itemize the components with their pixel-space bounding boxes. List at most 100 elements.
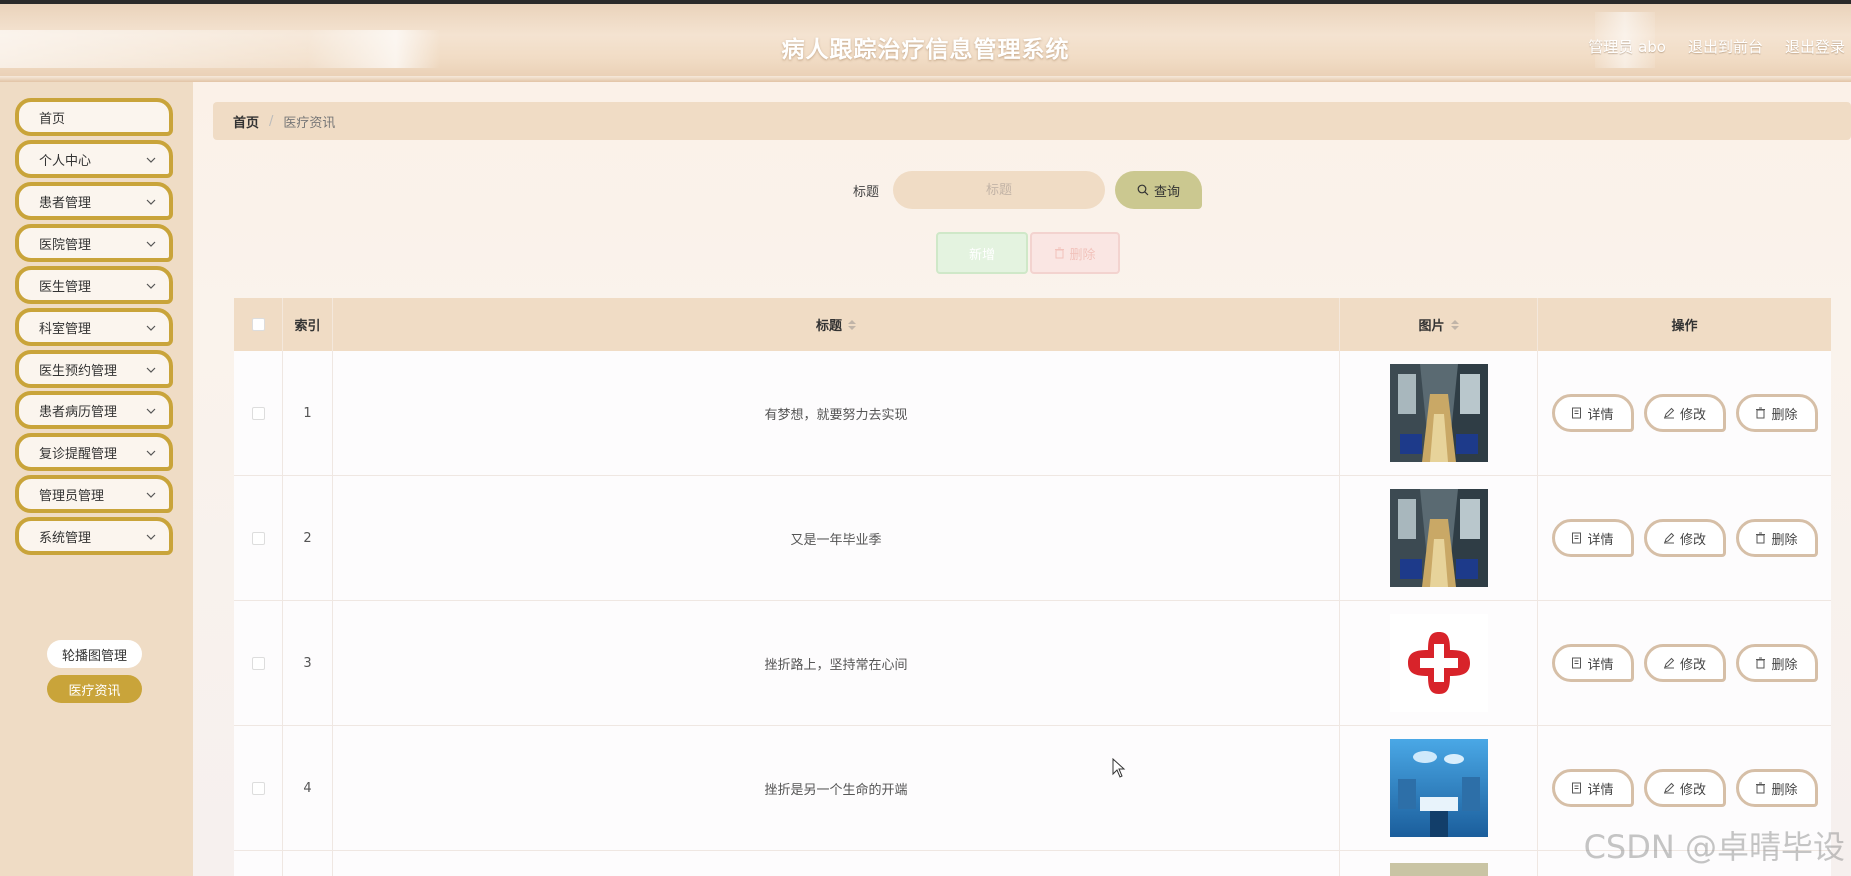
search-label: 标题 bbox=[853, 185, 880, 200]
chevron-down-icon bbox=[146, 157, 156, 163]
trash-icon bbox=[1756, 657, 1766, 669]
chevron-down-icon bbox=[146, 534, 156, 540]
edit-button[interactable]: 修改 bbox=[1643, 769, 1726, 807]
batch-delete-label: 删除 bbox=[1069, 247, 1096, 263]
sidebar-item-label: 首页 bbox=[39, 111, 66, 127]
header-checkbox-cell bbox=[234, 298, 283, 351]
select-all-checkbox[interactable] bbox=[251, 318, 265, 331]
delete-button[interactable]: 删除 bbox=[1735, 394, 1818, 432]
hospital-ward-photo[interactable] bbox=[1389, 364, 1488, 462]
sidebar-item-3[interactable]: 医院管理 bbox=[15, 224, 173, 262]
detail-label: 详情 bbox=[1587, 407, 1614, 423]
edit-button[interactable]: 修改 bbox=[1643, 519, 1726, 557]
trash-icon bbox=[1055, 247, 1065, 259]
detail-button[interactable]: 详情 bbox=[1551, 394, 1634, 432]
edit-label: 修改 bbox=[1679, 657, 1706, 673]
chevron-down-icon bbox=[146, 241, 156, 247]
breadcrumb-home[interactable]: 首页 bbox=[233, 112, 259, 131]
detail-button[interactable]: 详情 bbox=[1551, 644, 1634, 682]
table-row: 1 有梦想，就要努力去实现 详情 修改 删除 bbox=[234, 351, 1831, 476]
app-title: 病人跟踪治疗信息管理系统 bbox=[781, 37, 1070, 63]
red-cross-logo[interactable] bbox=[1389, 614, 1488, 712]
row-title: 又是一年毕业季 bbox=[333, 476, 1340, 600]
sidebar-item-9[interactable]: 管理员管理 bbox=[15, 475, 173, 513]
sidebar-item-2[interactable]: 患者管理 bbox=[15, 182, 173, 220]
chevron-down-icon bbox=[146, 408, 156, 414]
search-button-label: 查询 bbox=[1153, 184, 1180, 200]
detail-button[interactable]: 详情 bbox=[1551, 769, 1634, 807]
edit-button[interactable]: 修改 bbox=[1643, 644, 1726, 682]
row-image-thumbnail bbox=[1389, 862, 1488, 876]
sort-icon[interactable] bbox=[1450, 319, 1459, 330]
delete-label: 删除 bbox=[1771, 407, 1798, 423]
operating-room-photo[interactable] bbox=[1389, 739, 1488, 837]
search-icon bbox=[1137, 184, 1149, 196]
hospital-ward-photo[interactable] bbox=[1389, 489, 1488, 587]
breadcrumb-current: 医疗资讯 bbox=[283, 115, 336, 131]
row-title: 有梦想，就要努力去实现 bbox=[333, 351, 1340, 475]
delete-button[interactable]: 删除 bbox=[1735, 644, 1818, 682]
sidebar-item-5[interactable]: 科室管理 bbox=[15, 308, 173, 346]
chevron-down-icon bbox=[146, 367, 156, 373]
document-icon bbox=[1572, 782, 1582, 794]
submenu-item-1[interactable]: 医疗资讯 bbox=[47, 675, 142, 703]
watermark: CSDN @卓晴毕设 bbox=[1583, 828, 1845, 866]
delete-label: 删除 bbox=[1771, 532, 1798, 548]
header-title-label: 标题 bbox=[815, 319, 842, 334]
search-input[interactable] bbox=[893, 171, 1105, 209]
logout-link[interactable]: 退出登录 bbox=[1785, 36, 1845, 57]
sidebar-item-label: 医生管理 bbox=[39, 279, 92, 295]
row-image-cell bbox=[1340, 351, 1538, 475]
sidebar-item-0[interactable]: 首页 bbox=[15, 98, 173, 136]
sort-icon[interactable] bbox=[848, 319, 856, 330]
document-icon bbox=[1572, 657, 1582, 669]
row-checkbox[interactable] bbox=[251, 531, 265, 545]
header-image-label: 图片 bbox=[1418, 319, 1445, 334]
row-checkbox[interactable] bbox=[251, 781, 265, 795]
sidebar-item-4[interactable]: 医生管理 bbox=[15, 266, 173, 304]
row-checkbox[interactable] bbox=[251, 406, 265, 420]
header-ops: 操作 bbox=[1671, 319, 1698, 334]
detail-label: 详情 bbox=[1587, 782, 1614, 798]
search-button[interactable]: 查询 bbox=[1115, 171, 1202, 209]
edit-label: 修改 bbox=[1679, 407, 1706, 423]
row-image-cell bbox=[1340, 601, 1538, 725]
submenu-item-0[interactable]: 轮播图管理 bbox=[47, 640, 142, 668]
delete-label: 删除 bbox=[1771, 657, 1798, 673]
sidebar-item-7[interactable]: 患者病历管理 bbox=[15, 391, 173, 429]
sidebar-item-8[interactable]: 复诊提醒管理 bbox=[15, 433, 173, 471]
detail-button[interactable]: 详情 bbox=[1551, 519, 1634, 557]
breadcrumb: 首页 / 医疗资讯 bbox=[213, 102, 1851, 140]
header-image[interactable]: 图片 bbox=[1340, 298, 1538, 351]
row-index: 1 bbox=[283, 351, 333, 475]
sidebar-item-label: 患者病历管理 bbox=[39, 404, 118, 420]
mouse-cursor-icon bbox=[1112, 758, 1126, 778]
delete-button[interactable]: 删除 bbox=[1735, 519, 1818, 557]
header-index: 索引 bbox=[283, 298, 333, 351]
row-checkbox[interactable] bbox=[251, 656, 265, 670]
batch-delete-button[interactable]: 删除 bbox=[1030, 232, 1120, 274]
sidebar-item-1[interactable]: 个人中心 bbox=[15, 140, 173, 178]
top-header: 病人跟踪治疗信息管理系统 管理员 abo 退出到前台 退出登录 bbox=[0, 0, 1851, 82]
row-ops: 详情 修改 删除 bbox=[1538, 476, 1831, 600]
back-to-front-link[interactable]: 退出到前台 bbox=[1688, 36, 1763, 57]
sidebar-item-label: 医院管理 bbox=[39, 237, 92, 253]
add-button[interactable]: 新增 bbox=[936, 232, 1028, 274]
table-header: 索引 标题 图片 操作 bbox=[234, 298, 1831, 351]
row-index: 4 bbox=[283, 726, 333, 850]
pencil-icon bbox=[1663, 407, 1675, 419]
sidebar-item-6[interactable]: 医生预约管理 bbox=[15, 350, 173, 388]
header-title[interactable]: 标题 bbox=[333, 298, 1340, 351]
detail-label: 详情 bbox=[1587, 532, 1614, 548]
row-image-cell bbox=[1340, 851, 1538, 876]
delete-button[interactable]: 删除 bbox=[1735, 769, 1818, 807]
sidebar-item-10[interactable]: 系统管理 bbox=[15, 517, 173, 555]
row-checkbox-cell bbox=[234, 601, 283, 725]
sidebar-item-label: 医生预约管理 bbox=[39, 363, 118, 379]
delete-label: 删除 bbox=[1771, 782, 1798, 798]
document-icon bbox=[1572, 407, 1582, 419]
sidebar-item-label: 科室管理 bbox=[39, 321, 92, 337]
edit-button[interactable]: 修改 bbox=[1643, 394, 1726, 432]
row-index bbox=[283, 851, 333, 876]
row-index: 2 bbox=[283, 476, 333, 600]
